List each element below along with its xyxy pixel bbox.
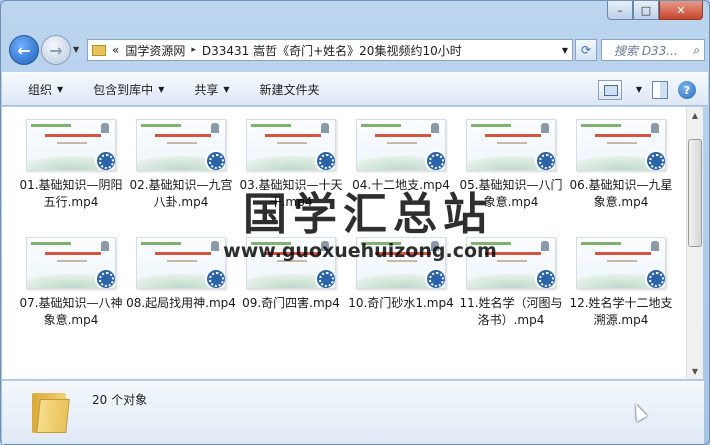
video-file-icon: [95, 268, 115, 288]
video-thumbnail: [466, 119, 556, 171]
help-icon[interactable]: ?: [678, 81, 696, 99]
video-thumbnail: [466, 237, 556, 289]
video-file-icon: [425, 268, 445, 288]
search-placeholder: 搜索 D33...: [614, 43, 678, 58]
folder-icon: [32, 389, 72, 433]
video-file-icon: [205, 150, 225, 170]
file-item[interactable]: 03.基础知识—十天干.mp4: [236, 119, 346, 211]
details-pane: 20 个对象: [2, 380, 704, 444]
maximize-button[interactable]: □: [633, 1, 659, 20]
video-file-icon: [645, 268, 665, 288]
video-thumbnail: [356, 119, 446, 171]
video-file-icon: [425, 150, 445, 170]
search-input[interactable]: 搜索 D33... ⌕: [601, 39, 705, 61]
preview-pane-icon[interactable]: [652, 81, 668, 99]
scroll-down-button[interactable]: ▼: [687, 363, 703, 379]
video-thumbnail: [356, 237, 446, 289]
file-item[interactable]: 12.姓名学十二地支溯源.mp4: [566, 237, 676, 329]
vertical-scrollbar[interactable]: ▲ ▼: [686, 107, 703, 379]
file-item[interactable]: 11.姓名学（河图与洛书）.mp4: [456, 237, 566, 329]
close-button[interactable]: ✕: [659, 1, 703, 20]
include-in-library-label: 包含到库中: [93, 82, 154, 97]
video-file-icon: [315, 150, 335, 170]
file-name: 02.基础知识—九宫八卦.mp4: [129, 178, 233, 209]
folder-icon: [92, 44, 106, 56]
command-bar: 组织 ▼ 包含到库中 ▼ 共享 ▼ 新建文件夹 ▼ ?: [2, 72, 708, 106]
share-label: 共享: [194, 82, 219, 97]
file-name: 08.起局找用神.mp4: [126, 296, 236, 310]
forward-button[interactable]: →: [41, 35, 71, 65]
scrollbar-thumb[interactable]: [688, 139, 702, 247]
scroll-up-button[interactable]: ▲: [687, 107, 703, 123]
file-name: 06.基础知识—九星象意.mp4: [569, 178, 673, 209]
recent-pages-dropdown[interactable]: ▼: [73, 45, 79, 54]
view-options-dropdown[interactable]: ▼: [636, 85, 642, 94]
video-file-icon: [535, 150, 555, 170]
chevron-down-icon: ▼: [223, 84, 230, 94]
organize-menu[interactable]: 组织 ▼: [28, 81, 63, 98]
file-name: 05.基础知识—八门象意.mp4: [459, 178, 563, 209]
video-thumbnail: [246, 237, 336, 289]
video-thumbnail: [136, 237, 226, 289]
file-name: 09.奇门四害.mp4: [242, 296, 340, 310]
file-item[interactable]: 08.起局找用神.mp4: [126, 237, 236, 329]
include-in-library-menu[interactable]: 包含到库中 ▼: [93, 81, 164, 98]
share-menu[interactable]: 共享 ▼: [194, 81, 229, 98]
file-item[interactable]: 06.基础知识—九星象意.mp4: [566, 119, 676, 211]
video-thumbnail: [576, 237, 666, 289]
file-item[interactable]: 07.基础知识—八神象意.mp4: [16, 237, 126, 329]
window-controls: – □ ✕: [607, 1, 703, 20]
search-icon[interactable]: ⌕: [693, 43, 700, 58]
item-count: 20 个对象: [92, 393, 148, 407]
video-file-icon: [315, 268, 335, 288]
video-thumbnail: [576, 119, 666, 171]
file-name: 03.基础知识—十天干.mp4: [239, 178, 343, 209]
breadcrumb-separator-icon[interactable]: ▸: [191, 45, 196, 55]
file-name: 04.十二地支.mp4: [352, 178, 450, 192]
file-item[interactable]: 02.基础知识—九宫八卦.mp4: [126, 119, 236, 211]
change-view-icon[interactable]: [598, 80, 622, 100]
address-bar[interactable]: « 国学资源网 ▸ D33431 嵩哲《奇门+姓名》20集视频约10小时 ▼: [87, 39, 573, 61]
file-item[interactable]: 04.十二地支.mp4: [346, 119, 456, 211]
video-file-icon: [535, 268, 555, 288]
file-item[interactable]: 10.奇门砂水1.mp4: [346, 237, 456, 329]
video-thumbnail: [26, 237, 116, 289]
new-folder-label: 新建文件夹: [259, 82, 320, 97]
video-thumbnail: [136, 119, 226, 171]
chevron-down-icon: ▼: [158, 84, 165, 94]
minimize-button[interactable]: –: [607, 1, 633, 20]
explorer-window: – □ ✕ ← → ▼ « 国学资源网 ▸ D33431 嵩哲《奇门+姓名》20…: [0, 0, 710, 445]
file-list-pane[interactable]: 01.基础知识—阴阳五行.mp4 02.基础知识—九宫八卦.mp4 03.基础知…: [2, 107, 686, 379]
refresh-button[interactable]: ⟳: [575, 39, 597, 61]
file-item[interactable]: 05.基础知识—八门象意.mp4: [456, 119, 566, 211]
breadcrumb-current[interactable]: D33431 嵩哲《奇门+姓名》20集视频约10小时: [202, 42, 462, 59]
video-thumbnail: [26, 119, 116, 171]
file-item[interactable]: 01.基础知识—阴阳五行.mp4: [16, 119, 126, 211]
video-file-icon: [95, 150, 115, 170]
navigation-bar: ← → ▼ « 国学资源网 ▸ D33431 嵩哲《奇门+姓名》20集视频约10…: [7, 35, 705, 65]
file-name: 10.奇门砂水1.mp4: [348, 296, 454, 310]
video-thumbnail: [246, 119, 336, 171]
file-grid: 01.基础知识—阴阳五行.mp4 02.基础知识—九宫八卦.mp4 03.基础知…: [16, 119, 676, 329]
breadcrumb-root[interactable]: 国学资源网: [125, 42, 185, 59]
file-name: 12.姓名学十二地支溯源.mp4: [569, 296, 673, 327]
file-name: 11.姓名学（河图与洛书）.mp4: [459, 296, 563, 327]
file-name: 01.基础知识—阴阳五行.mp4: [19, 178, 123, 209]
file-name: 07.基础知识—八神象意.mp4: [19, 296, 123, 327]
back-button[interactable]: ←: [9, 35, 39, 65]
address-dropdown-icon[interactable]: ▼: [562, 46, 568, 55]
video-file-icon: [205, 268, 225, 288]
new-folder-button[interactable]: 新建文件夹: [260, 81, 320, 98]
organize-label: 组织: [28, 82, 53, 97]
breadcrumb-overflow[interactable]: «: [112, 43, 119, 57]
file-item[interactable]: 09.奇门四害.mp4: [236, 237, 346, 329]
video-file-icon: [645, 150, 665, 170]
chevron-down-icon: ▼: [57, 84, 64, 94]
